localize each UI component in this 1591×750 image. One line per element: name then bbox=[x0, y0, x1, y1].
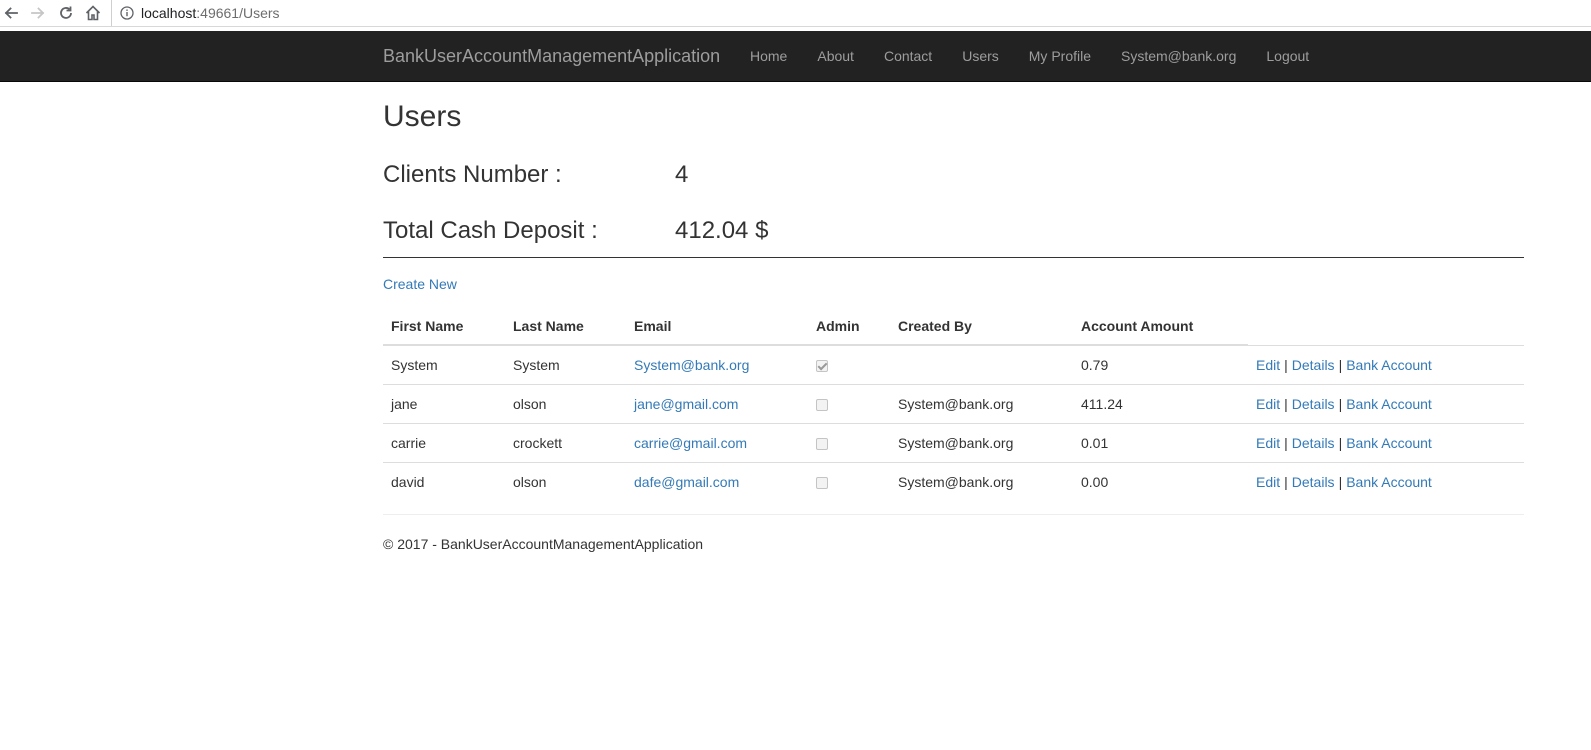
edit-link[interactable]: Edit bbox=[1256, 474, 1280, 490]
total-cash-row: Total Cash Deposit : 412.04 $ bbox=[383, 216, 1524, 246]
action-separator: | bbox=[1284, 473, 1288, 490]
navbar: BankUserAccountManagementApplication Hom… bbox=[0, 31, 1591, 82]
info-icon[interactable] bbox=[120, 6, 134, 20]
cell-created-by: System@bank.org bbox=[890, 383, 1073, 423]
users-table: First Name Last Name Email Admin Created… bbox=[383, 308, 1524, 501]
nav-home[interactable]: Home bbox=[735, 31, 802, 81]
bank-account-link[interactable]: Bank Account bbox=[1346, 357, 1432, 373]
details-link[interactable]: Details bbox=[1292, 474, 1335, 490]
header-admin: Admin bbox=[808, 308, 890, 346]
cell-email-link[interactable]: carrie@gmail.com bbox=[634, 435, 747, 451]
cell-last-name: olson bbox=[505, 383, 626, 423]
details-link[interactable]: Details bbox=[1292, 435, 1335, 451]
table-row: jane olson jane@gmail.com System@bank.or… bbox=[383, 383, 1524, 423]
cell-account-amount: 0.00 bbox=[1073, 461, 1248, 501]
cell-last-name: System bbox=[513, 356, 560, 373]
header-actions bbox=[1248, 308, 1524, 346]
clients-number-value: 4 bbox=[675, 161, 689, 188]
cell-actions: Edit | Details | Bank Account bbox=[1248, 422, 1524, 462]
action-separator: | bbox=[1338, 473, 1343, 490]
url-path: :49661/Users bbox=[196, 5, 280, 21]
details-link[interactable]: Details bbox=[1292, 357, 1335, 373]
action-separator: | bbox=[1284, 395, 1288, 412]
cell-email-link[interactable]: System@bank.org bbox=[634, 357, 749, 373]
cell-account-amount: 0.01 bbox=[1073, 422, 1248, 462]
header-last-name: Last Name bbox=[505, 308, 626, 346]
bank-account-link[interactable]: Bank Account bbox=[1346, 435, 1432, 451]
total-cash-value: 412.04 $ bbox=[675, 217, 769, 244]
cell-email-link[interactable]: jane@gmail.com bbox=[634, 396, 738, 412]
header-account-amount: Account Amount bbox=[1073, 308, 1248, 346]
action-separator: | bbox=[1338, 434, 1343, 451]
table-row: System System System@bank.org 0.79 Edit |… bbox=[383, 345, 1524, 384]
footer-divider bbox=[383, 514, 1524, 515]
header-email: Email bbox=[626, 308, 808, 346]
table-row: david olson dafe@gmail.com System@bank.o… bbox=[383, 461, 1524, 501]
bank-account-link[interactable]: Bank Account bbox=[1346, 396, 1432, 412]
cell-email-link[interactable]: dafe@gmail.com bbox=[634, 474, 739, 490]
cell-account-amount: 0.79 bbox=[1081, 356, 1109, 373]
action-separator: | bbox=[1284, 434, 1288, 451]
cell-created-by: System@bank.org bbox=[890, 422, 1073, 462]
table-header-row: First Name Last Name Email Admin Created… bbox=[383, 308, 1524, 346]
nav-account[interactable]: System@bank.org bbox=[1106, 31, 1251, 81]
action-separator: | bbox=[1338, 395, 1343, 412]
browser-toolbar: localhost:49661/Users bbox=[0, 0, 1591, 27]
cell-first-name: carrie bbox=[383, 422, 505, 462]
action-separator: | bbox=[1338, 356, 1343, 373]
cell-first-name: System bbox=[391, 356, 438, 373]
clients-number-row: Clients Number : 4 bbox=[383, 160, 1524, 190]
admin-checkbox bbox=[816, 398, 828, 411]
cell-actions: Edit | Details | Bank Account bbox=[1248, 383, 1524, 423]
footer-copyright: © 2017 - BankUserAccountManagementApplic… bbox=[383, 536, 704, 552]
cell-actions: Edit | Details | Bank Account bbox=[1248, 461, 1524, 501]
forward-arrow-icon[interactable] bbox=[27, 2, 49, 24]
admin-checkbox bbox=[816, 477, 828, 490]
total-cash-label: Total Cash Deposit : bbox=[383, 217, 598, 244]
details-link[interactable]: Details bbox=[1292, 396, 1335, 412]
home-icon[interactable] bbox=[82, 2, 104, 24]
bank-account-link[interactable]: Bank Account bbox=[1346, 474, 1432, 490]
stats-divider bbox=[383, 257, 1524, 258]
cell-account-amount: 411.24 bbox=[1073, 383, 1248, 423]
cell-last-name: crockett bbox=[505, 422, 626, 462]
nav-links: Home About Contact Users My Profile Syst… bbox=[735, 31, 1324, 81]
url-host: localhost bbox=[141, 5, 197, 21]
cell-created-by: System@bank.org bbox=[890, 461, 1073, 501]
page-title: Users bbox=[383, 100, 462, 133]
admin-checkbox bbox=[816, 360, 828, 373]
create-new-link[interactable]: Create New bbox=[383, 276, 457, 292]
table-row: carrie crockett carrie@gmail.com System@… bbox=[383, 422, 1524, 462]
cell-first-name: jane bbox=[383, 383, 505, 423]
edit-link[interactable]: Edit bbox=[1256, 396, 1280, 412]
address-bar[interactable]: localhost:49661/Users bbox=[111, 0, 1591, 26]
nav-contact[interactable]: Contact bbox=[869, 31, 947, 81]
cell-actions: Edit | Details | Bank Account bbox=[1248, 345, 1524, 384]
nav-logout[interactable]: Logout bbox=[1251, 31, 1324, 81]
nav-my-profile[interactable]: My Profile bbox=[1014, 31, 1106, 81]
back-arrow-icon[interactable] bbox=[0, 2, 22, 24]
action-separator: | bbox=[1284, 356, 1288, 373]
brand-link[interactable]: BankUserAccountManagementApplication bbox=[383, 46, 720, 67]
nav-about[interactable]: About bbox=[802, 31, 869, 81]
clients-number-label: Clients Number : bbox=[383, 161, 562, 188]
edit-link[interactable]: Edit bbox=[1256, 435, 1280, 451]
cell-created-by bbox=[890, 345, 1073, 384]
cell-first-name: david bbox=[383, 461, 505, 501]
header-created-by: Created By bbox=[890, 308, 1073, 346]
nav-users[interactable]: Users bbox=[947, 31, 1014, 81]
reload-icon[interactable] bbox=[55, 2, 77, 24]
admin-checkbox bbox=[816, 437, 828, 450]
edit-link[interactable]: Edit bbox=[1256, 357, 1280, 373]
header-first-name: First Name bbox=[383, 308, 505, 346]
cell-last-name: olson bbox=[505, 461, 626, 501]
